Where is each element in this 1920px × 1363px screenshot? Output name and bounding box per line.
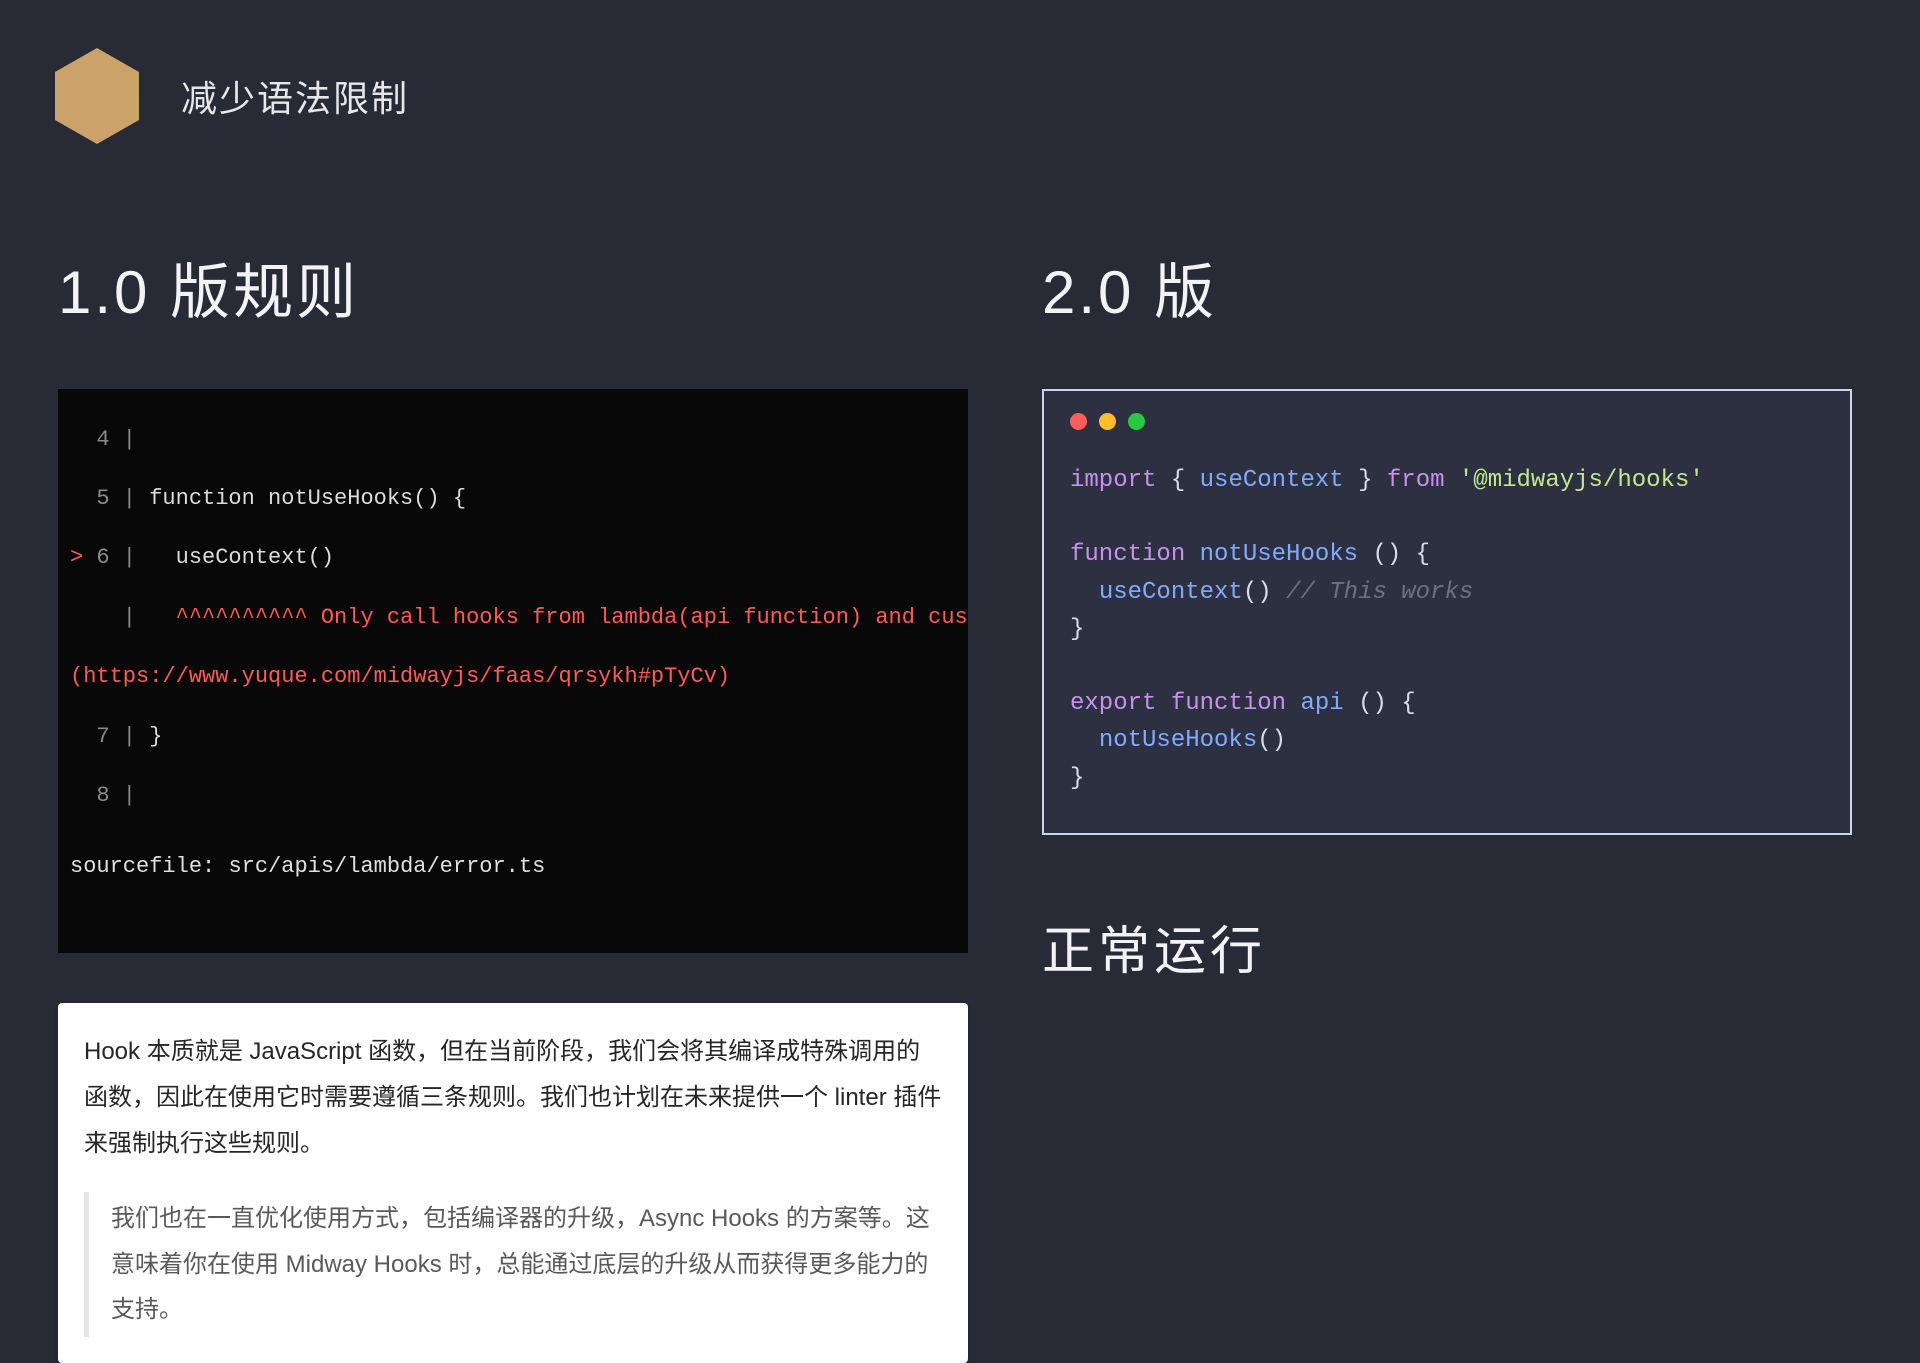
left-column: 1.0 版规则 4 | 5 | function notUseHooks() {… (58, 244, 968, 1363)
traffic-light-green-icon (1128, 413, 1145, 430)
terminal-error-block: 4 | 5 | function notUseHooks() { > 6 | u… (58, 389, 968, 953)
slide-title: 减少语法限制 (181, 70, 409, 122)
right-caption: 正常运行 (1042, 909, 1852, 984)
traffic-light-red-icon (1070, 413, 1087, 430)
hexagon-icon (55, 48, 139, 144)
window-traffic-lights (1044, 391, 1850, 434)
traffic-light-yellow-icon (1099, 413, 1116, 430)
right-column: 2.0 版 import { useContext } from '@midwa… (1042, 244, 1852, 984)
left-heading: 1.0 版规则 (58, 244, 968, 331)
right-heading: 2.0 版 (1042, 244, 1852, 331)
doc-card: Hook 本质就是 JavaScript 函数，但在当前阶段，我们会将其编译成特… (58, 1003, 968, 1363)
sourcefile-line: sourcefile: src/apis/lambda/error.ts (58, 840, 968, 884)
slide-header: 减少语法限制 (55, 48, 409, 144)
code-panel: import { useContext } from '@midwayjs/ho… (1042, 389, 1852, 835)
code-body: import { useContext } from '@midwayjs/ho… (1044, 434, 1850, 833)
doc-quote: 我们也在一直优化使用方式，包括编译器的升级，Async Hooks 的方案等。这… (84, 1192, 942, 1337)
doc-paragraph: Hook 本质就是 JavaScript 函数，但在当前阶段，我们会将其编译成特… (84, 1029, 942, 1166)
